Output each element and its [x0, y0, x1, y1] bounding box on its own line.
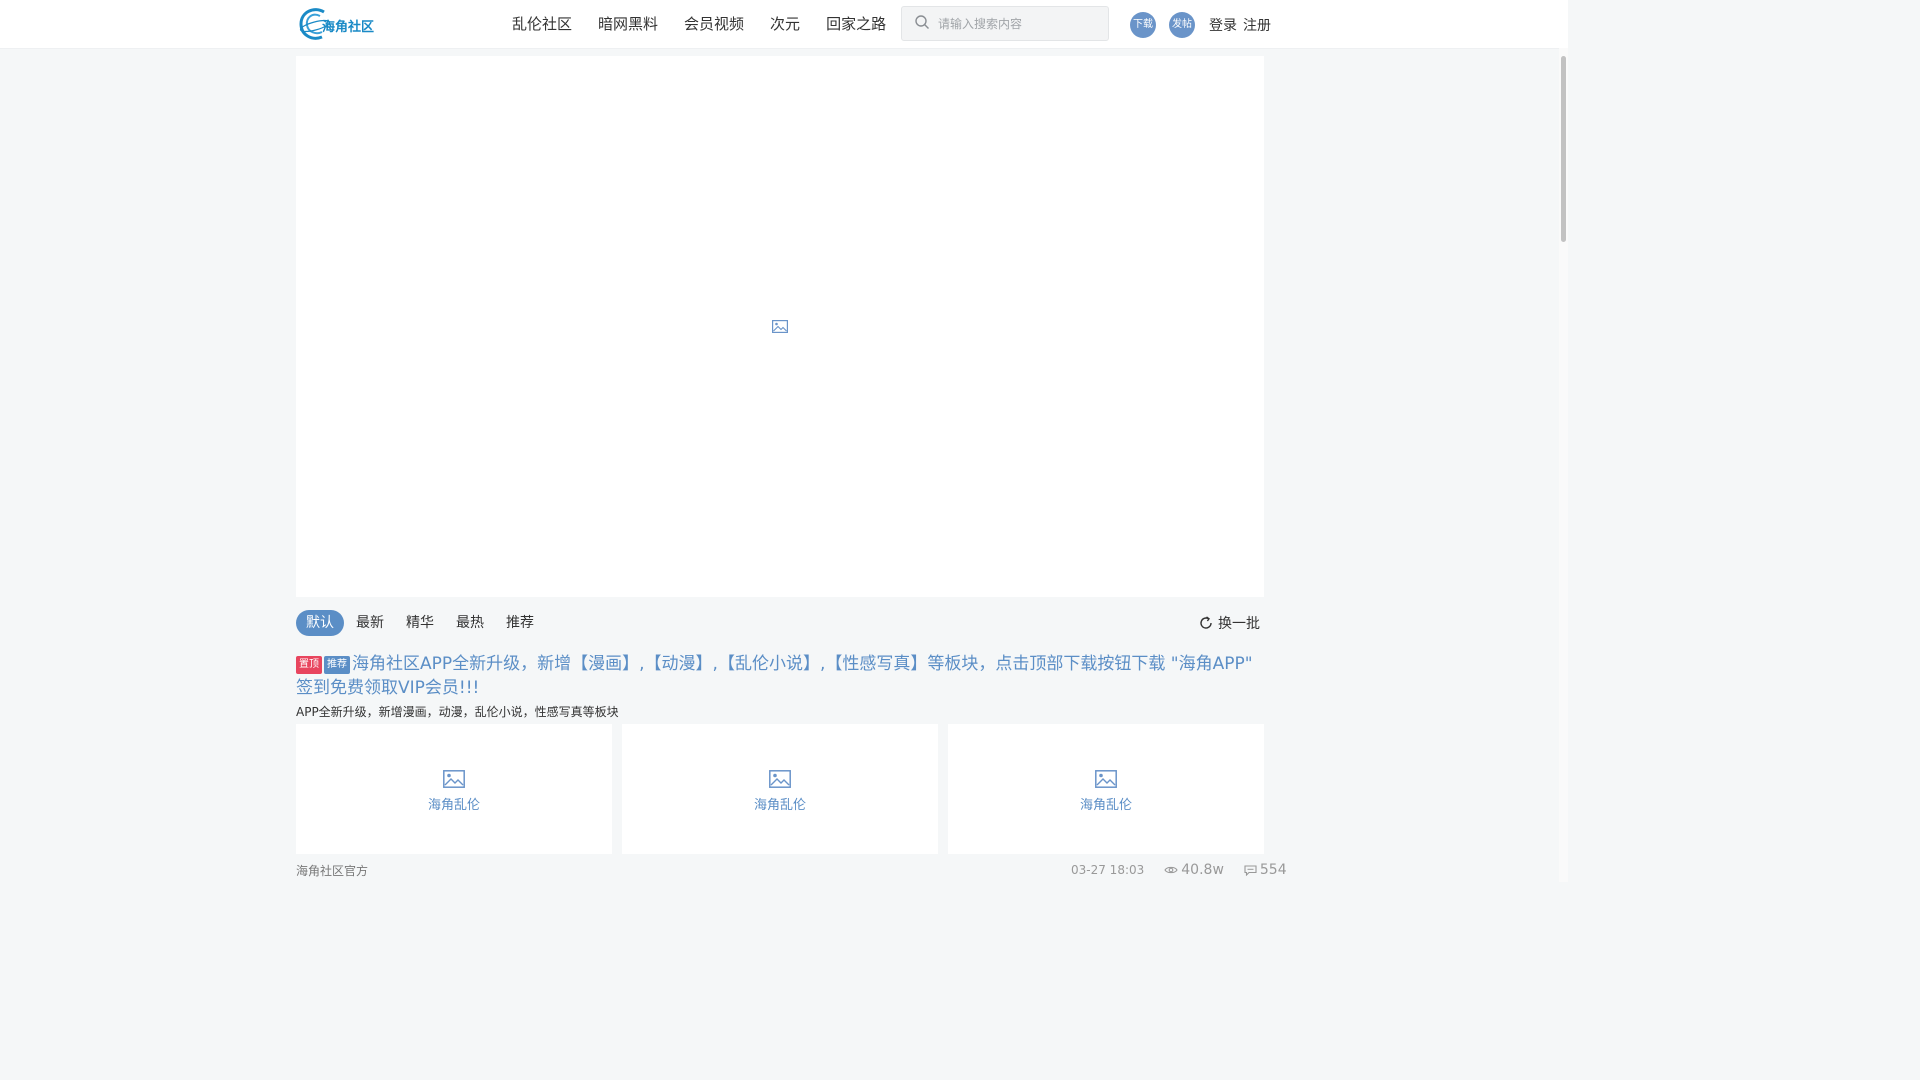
post-title-link[interactable]: 置顶 推荐 海角社区APP全新升级，新增【漫画】,【动漫】,【乱伦小说】,【性感写真…: [296, 652, 1264, 700]
auth-links: 登录 注册: [1209, 15, 1271, 35]
sort-tabs: 默认 最新 精华 最热 推荐: [296, 610, 546, 636]
search-icon: [915, 15, 929, 29]
post-button[interactable]: 发帖: [1169, 12, 1195, 38]
post-meta: 03-27 18:03 40.8w 554: [1071, 862, 1287, 878]
post-date: 03-27 18:03: [1071, 863, 1145, 877]
login-link[interactable]: 登录: [1209, 18, 1237, 34]
page-scrollbar[interactable]: [1559, 48, 1568, 882]
tab-latest[interactable]: 最新: [346, 610, 394, 636]
post-title: 海角社区APP全新升级，新增【漫画】,【动漫】,【乱伦小说】,【性感写真】等板块…: [296, 654, 1253, 698]
post-author[interactable]: 海角社区官方: [296, 862, 368, 879]
logo-text: 海角社区: [322, 20, 375, 35]
top-header: 海角社区 乱伦社区 暗网黑料 会员视频 次元 回家之路 下载 发帖 登录注册: [0, 0, 1568, 49]
nav-item-incest-community[interactable]: 乱伦社区: [512, 14, 572, 34]
post-comments: 554: [1259, 862, 1287, 878]
nav-item-darkweb[interactable]: 暗网黑料: [598, 14, 658, 34]
banner-image[interactable]: [296, 56, 1264, 597]
refresh-icon: [1200, 616, 1212, 629]
search-input[interactable]: [938, 15, 1098, 33]
nav-item-way-home[interactable]: 回家之路: [826, 14, 886, 34]
tab-hottest[interactable]: 最热: [446, 610, 494, 636]
post-date-item: 03-27 18:03: [1071, 863, 1144, 877]
tab-featured[interactable]: 精华: [396, 610, 444, 636]
thumbnail-label: 海角乱伦: [1079, 798, 1132, 813]
post-comments-item: 554: [1244, 862, 1287, 878]
nav-item-anime[interactable]: 次元: [770, 14, 800, 34]
comment-icon: [1244, 864, 1257, 876]
post-thumbnail[interactable]: 海角乱伦: [948, 724, 1264, 854]
download-button[interactable]: 下载: [1130, 12, 1156, 38]
image-icon: [443, 770, 465, 788]
post-views-item: 40.8w: [1164, 862, 1224, 878]
image-placeholder-icon: [772, 320, 788, 333]
image-icon: [769, 770, 791, 788]
refresh-label: 换一批: [1218, 616, 1260, 632]
pinned-badge: 置顶: [296, 656, 322, 674]
nav-item-member-videos[interactable]: 会员视频: [684, 14, 744, 34]
post-description: APP全新升级，新增漫画，动漫，乱伦小说，性感写真等板块: [296, 705, 619, 719]
main-nav: 乱伦社区 暗网黑料 会员视频 次元 回家之路: [512, 14, 912, 34]
search-box[interactable]: [901, 6, 1109, 41]
refresh-button[interactable]: 换一批: [1199, 613, 1260, 633]
register-link[interactable]: 注册: [1243, 18, 1271, 34]
post-views: 40.8w: [1181, 862, 1224, 878]
thumbnail-label: 海角乱伦: [427, 798, 480, 813]
eye-icon: [1164, 866, 1178, 874]
thumbnail-label: 海角乱伦: [753, 798, 806, 813]
post-thumbnail[interactable]: 海角乱伦: [296, 724, 612, 854]
tab-default[interactable]: 默认: [296, 610, 344, 636]
tab-recommended[interactable]: 推荐: [496, 610, 544, 636]
recommended-badge: 推荐: [324, 656, 350, 674]
post-thumbnail[interactable]: 海角乱伦: [622, 724, 938, 854]
image-icon: [1095, 770, 1117, 788]
scrollbar-thumb[interactable]: [1561, 56, 1566, 242]
site-logo[interactable]: 海角社区: [298, 6, 378, 42]
